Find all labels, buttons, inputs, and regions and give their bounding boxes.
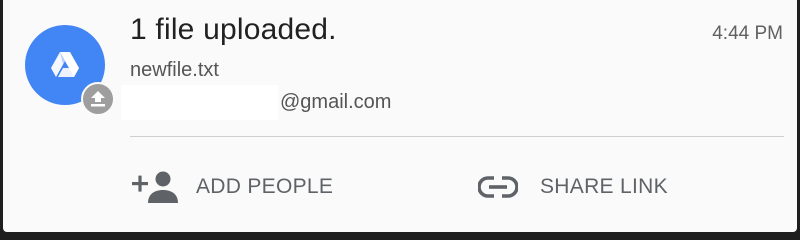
account-email: @gmail.com (121, 85, 391, 120)
upload-icon (91, 91, 105, 107)
add-people-button[interactable]: ADD PEOPLE (132, 165, 333, 209)
redacted-username (121, 85, 278, 120)
notification-title: 1 file uploaded. (130, 13, 337, 46)
upload-notification[interactable]: 1 file uploaded. 4:44 PM newfile.txt @gm… (3, 0, 797, 232)
upload-badge (81, 82, 115, 116)
google-drive-icon (51, 52, 79, 77)
file-name: newfile.txt (130, 59, 219, 81)
divider (130, 136, 784, 137)
person-add-icon (132, 171, 178, 203)
notification-time: 4:44 PM (712, 23, 783, 44)
link-icon (478, 176, 518, 198)
add-people-label: ADD PEOPLE (196, 175, 334, 198)
email-domain: @gmail.com (280, 91, 392, 113)
share-link-button[interactable]: SHARE LINK (478, 165, 668, 209)
share-link-label: SHARE LINK (540, 175, 668, 198)
